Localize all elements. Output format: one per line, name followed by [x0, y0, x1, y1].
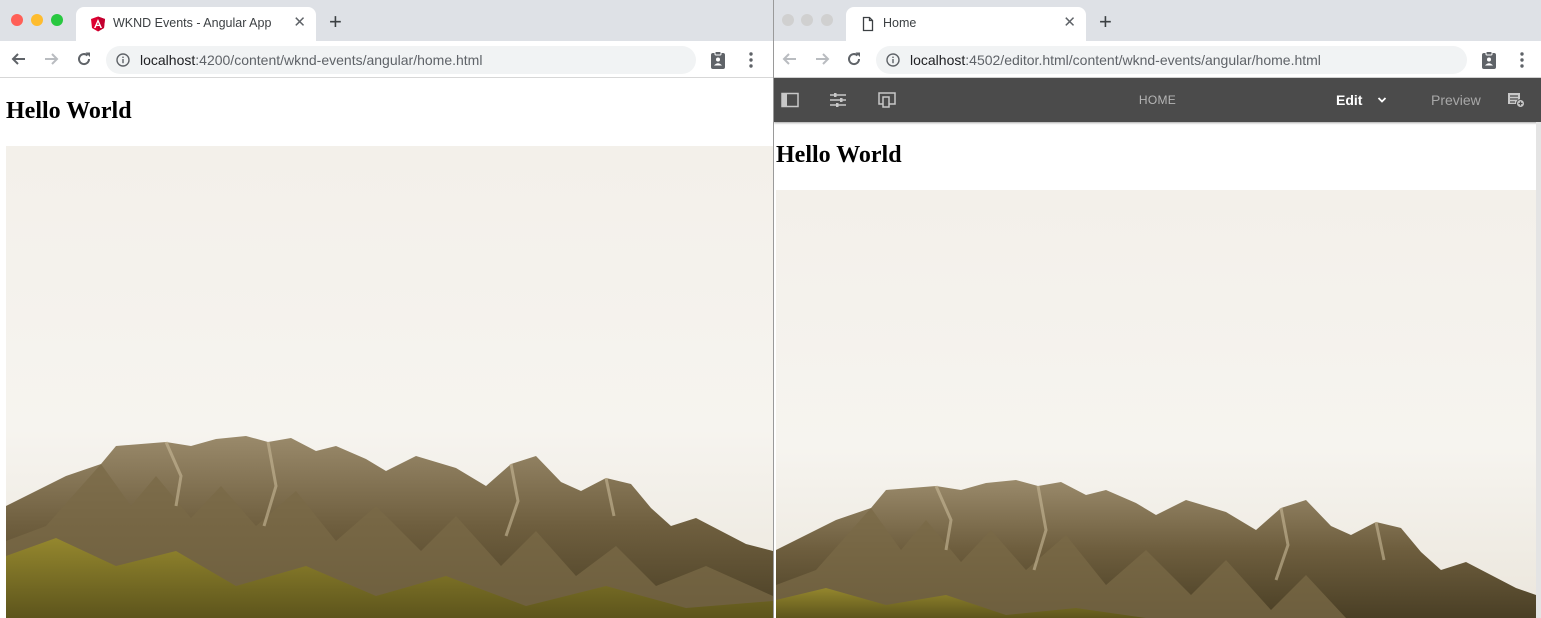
document-icon [862, 16, 874, 32]
chevron-down-icon[interactable] [1377, 95, 1387, 105]
kebab-menu-icon[interactable] [749, 52, 753, 68]
tab-strip: Home ✕ + [774, 0, 1541, 41]
clipboard-extension-icon[interactable] [1480, 51, 1498, 69]
left-browser-window: WKND Events - Angular App ✕ + localhost:… [0, 0, 773, 618]
address-bar[interactable]: localhost:4502/editor.html/content/wknd-… [876, 46, 1467, 74]
editor-scrollbar[interactable] [1536, 122, 1541, 618]
editor-page-title: HOME [1138, 93, 1177, 107]
zoom-window-button[interactable] [821, 14, 833, 26]
url-text: localhost:4200/content/wknd-events/angul… [140, 52, 483, 68]
browser-tab[interactable]: WKND Events - Angular App ✕ [76, 7, 316, 41]
forward-arrow-icon[interactable] [41, 49, 61, 69]
page-heading: Hello World [776, 142, 902, 168]
edit-mode-dropdown[interactable]: Edit [1336, 92, 1362, 108]
zoom-window-button[interactable] [51, 14, 63, 26]
hero-image [6, 146, 773, 618]
browser-toolbar: localhost:4502/editor.html/content/wknd-… [774, 41, 1541, 78]
hero-image [776, 190, 1536, 618]
tab-title: WKND Events - Angular App [113, 16, 272, 30]
kebab-menu-icon[interactable] [1520, 52, 1524, 68]
page-heading: Hello World [6, 98, 132, 124]
tab-title: Home [883, 16, 917, 30]
close-window-button[interactable] [11, 14, 23, 26]
browser-toolbar: localhost:4200/content/wknd-events/angul… [0, 41, 773, 78]
close-tab-icon[interactable]: ✕ [293, 14, 306, 32]
annotations-icon[interactable] [1507, 92, 1525, 108]
close-tab-icon[interactable]: ✕ [1063, 14, 1076, 32]
info-icon[interactable] [116, 53, 130, 67]
angular-icon [91, 16, 105, 32]
browser-tab[interactable]: Home ✕ [846, 7, 1086, 41]
minimize-window-button[interactable] [801, 14, 813, 26]
plus-icon[interactable]: + [329, 10, 342, 34]
reload-icon[interactable] [844, 49, 864, 69]
plus-icon[interactable]: + [1099, 10, 1112, 34]
close-window-button[interactable] [782, 14, 794, 26]
editor-toolbar: HOME Edit Preview [774, 78, 1541, 122]
preview-button[interactable]: Preview [1431, 92, 1481, 108]
back-arrow-icon[interactable] [9, 49, 29, 69]
address-bar[interactable]: localhost:4200/content/wknd-events/angul… [106, 46, 696, 74]
minimize-window-button[interactable] [31, 14, 43, 26]
clipboard-extension-icon[interactable] [709, 51, 727, 69]
tab-strip: WKND Events - Angular App ✕ + [0, 0, 773, 41]
info-icon[interactable] [886, 53, 900, 67]
url-text: localhost:4502/editor.html/content/wknd-… [910, 52, 1321, 68]
reload-icon[interactable] [74, 49, 94, 69]
back-arrow-icon[interactable] [780, 49, 800, 69]
forward-arrow-icon[interactable] [812, 49, 832, 69]
right-browser-window: Home ✕ + localhost:4502/editor.html/cont… [774, 0, 1541, 618]
